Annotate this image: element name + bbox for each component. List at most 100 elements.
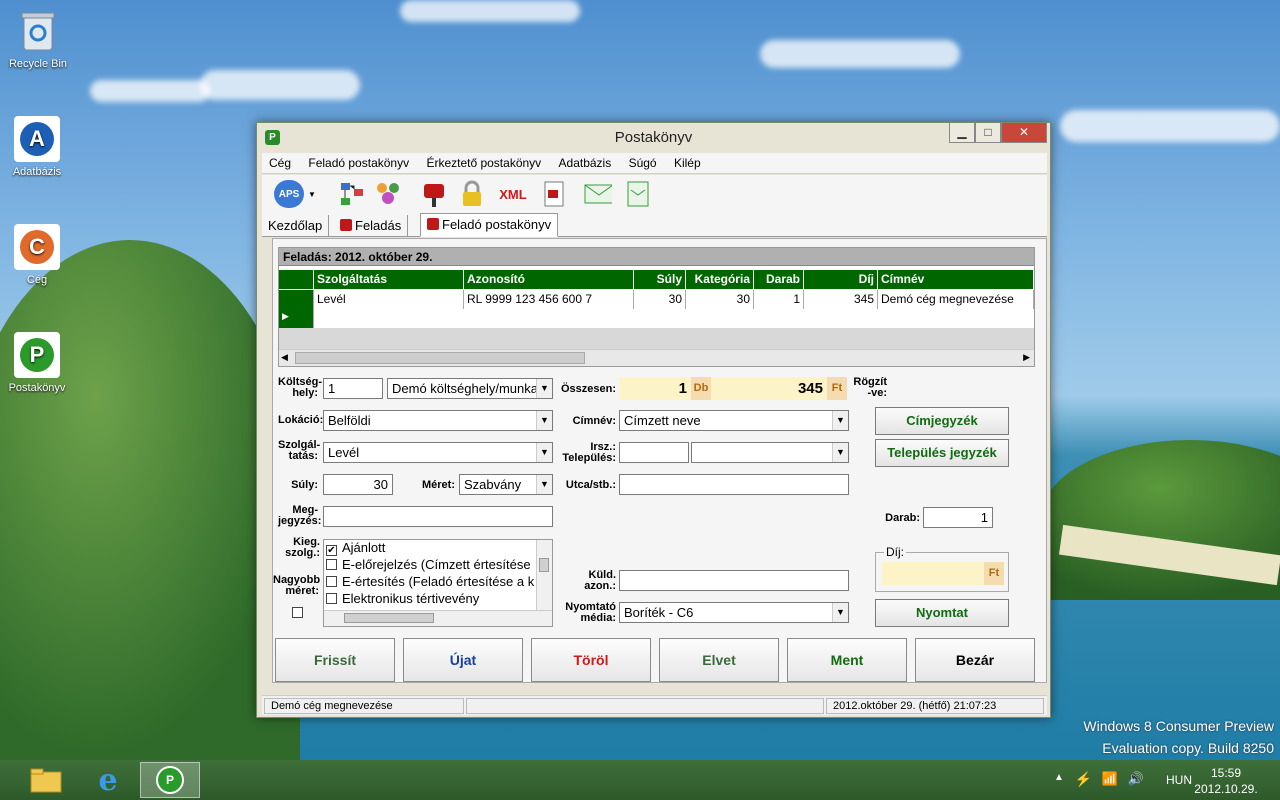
clock-time[interactable]: 15:59 — [1198, 766, 1254, 780]
desktop-icon-ceg[interactable]: C Cég — [0, 224, 77, 286]
col-kategoria[interactable]: Kategória — [686, 270, 754, 289]
xml-export-icon[interactable]: XML — [496, 180, 530, 208]
nagyobb-meret-checkbox[interactable] — [292, 607, 303, 618]
col-azonosito[interactable]: Azonosító — [464, 270, 634, 289]
envelope-document-icon[interactable] — [624, 180, 652, 208]
kuld-azon-input[interactable] — [619, 570, 849, 591]
feladas-panel: Feladás: 2012. október 29. Szolgáltatás … — [272, 238, 1047, 683]
list-horizontal-scrollbar[interactable] — [324, 610, 552, 626]
ment-button[interactable]: Ment — [787, 638, 907, 682]
suly-input[interactable]: 30 — [323, 474, 393, 495]
nyomtat-button[interactable]: Nyomtat — [875, 599, 1009, 627]
torol-button[interactable]: Töröl — [531, 638, 651, 682]
users-icon[interactable] — [374, 180, 402, 208]
koltseghely-code-input[interactable]: 1 — [323, 378, 383, 399]
scroll-thumb[interactable] — [539, 558, 549, 572]
lock-icon[interactable] — [458, 180, 486, 208]
lokacio-select[interactable]: Belföldi ▼ — [323, 410, 553, 431]
main-window: P Postakönyv ▁ □ ✕ Cég Feladó postakönyv… — [256, 122, 1051, 718]
telepules-select[interactable]: ▼ — [691, 442, 849, 463]
dij-group-label: Díj: — [884, 545, 906, 559]
meret-select[interactable]: Szabvány ▼ — [459, 474, 553, 495]
envelope-icon[interactable] — [584, 180, 612, 208]
shipment-grid[interactable]: Feladás: 2012. október 29. Szolgáltatás … — [278, 247, 1035, 367]
cimnev-select[interactable]: Címzett neve ▼ — [619, 410, 849, 431]
megjegyzes-input[interactable] — [323, 506, 553, 527]
tab-kezdolap[interactable]: Kezdőlap — [262, 215, 330, 237]
scroll-thumb[interactable] — [295, 352, 585, 364]
scroll-thumb[interactable] — [344, 613, 434, 623]
menu-ceg[interactable]: Cég — [262, 153, 298, 170]
internet-explorer-icon[interactable]: e — [80, 762, 136, 798]
list-item[interactable]: Elektronikus tértivevény — [324, 591, 552, 608]
taskbar-postakonyv-icon[interactable]: P — [140, 762, 200, 798]
cimjegyzek-button[interactable]: Címjegyzék — [875, 407, 1009, 435]
irsz-telepules-label: Irsz.: Település: — [562, 441, 616, 464]
utca-input[interactable] — [619, 474, 849, 495]
list-vertical-scrollbar[interactable] — [536, 540, 552, 610]
chevron-down-icon[interactable]: ▼ — [306, 180, 318, 208]
checkbox-checked[interactable]: ✔ — [326, 545, 337, 556]
title-bar[interactable]: P Postakönyv ▁ □ ✕ — [257, 123, 1050, 151]
kieg-szolg-list[interactable]: ✔ Ajánlott E-előrejelzés (Címzett értesít… — [323, 539, 553, 627]
col-szolgaltatas[interactable]: Szolgáltatás — [314, 270, 464, 289]
col-suly[interactable]: Súly — [634, 270, 686, 289]
grid-heading: Feladás: 2012. október 29. — [279, 248, 1034, 266]
menu-felado-postakonyv[interactable]: Feladó postakönyv — [301, 153, 416, 170]
checkbox[interactable] — [326, 593, 337, 604]
power-icon[interactable]: ⚡ — [1075, 771, 1092, 788]
desktop-icon-adatbazis[interactable]: A Adatbázis — [0, 116, 77, 178]
new-row-selector[interactable]: ▶ — [279, 309, 314, 328]
database-app-icon: A — [14, 116, 60, 162]
table-row[interactable]: Levél RL 9999 123 456 600 7 30 30 1 345 … — [279, 290, 1034, 309]
cimnev-label: Címnév: — [572, 415, 616, 427]
bezar-button[interactable]: Bezár — [915, 638, 1035, 682]
network-icon[interactable] — [338, 180, 366, 208]
taskbar: e P ▲ ⚡ 📶 🔊 HUN 15:59 2012.10.29. — [0, 760, 1280, 800]
irsz-input[interactable] — [619, 442, 689, 463]
desktop-icon-postakonyv[interactable]: P Postakönyv — [0, 332, 77, 394]
darab-input[interactable]: 1 — [923, 507, 993, 528]
menu-adatbazis[interactable]: Adatbázis — [552, 153, 619, 170]
koltseghely-select[interactable]: Demó költséghely/munka ▼ — [387, 378, 553, 399]
col-cimnev[interactable]: Címnév — [878, 270, 1034, 289]
maximize-button[interactable]: □ — [975, 123, 1001, 143]
status-empty — [466, 698, 824, 714]
menu-kilep[interactable]: Kilép — [667, 153, 708, 170]
chevron-up-icon[interactable]: ▲ — [1054, 772, 1064, 783]
clock-date[interactable]: 2012.10.29. — [1186, 782, 1266, 796]
new-row[interactable]: ▶ — [279, 309, 1034, 328]
col-dij[interactable]: Díj — [804, 270, 878, 289]
list-item[interactable]: ✔ Ajánlott — [324, 540, 552, 557]
document-icon[interactable] — [540, 180, 568, 208]
menu-sugo[interactable]: Súgó — [622, 153, 664, 170]
menu-erkezteto-postakonyv[interactable]: Érkeztető postakönyv — [419, 153, 548, 170]
grid-scrollbar[interactable]: ◀ ▶ — [279, 349, 1034, 366]
mailbox-icon[interactable] — [420, 180, 448, 208]
scroll-right-icon[interactable]: ▶ — [1023, 352, 1030, 363]
minimize-button[interactable]: ▁ — [949, 123, 975, 143]
network-status-icon[interactable]: 📶 — [1102, 771, 1118, 787]
telepules-jegyzek-button[interactable]: Település jegyzék — [875, 439, 1009, 467]
elvet-button[interactable]: Elvet — [659, 638, 779, 682]
list-item[interactable]: E-értesítés (Feladó értesítése a k — [324, 574, 552, 591]
close-button[interactable]: ✕ — [1001, 123, 1047, 143]
col-darab[interactable]: Darab — [754, 270, 804, 289]
checkbox[interactable] — [326, 559, 337, 570]
nyomtato-media-select[interactable]: Boríték - C6 ▼ — [619, 602, 849, 623]
row-selector[interactable] — [279, 290, 314, 309]
checkbox[interactable] — [326, 576, 337, 587]
tab-feladas[interactable]: Feladás — [334, 215, 409, 237]
aps-icon[interactable]: APS — [274, 180, 304, 208]
darab-label: Darab: — [885, 512, 920, 524]
frissit-button[interactable]: Frissít — [275, 638, 395, 682]
scroll-left-icon[interactable]: ◀ — [281, 352, 288, 363]
file-explorer-icon[interactable] — [18, 762, 74, 798]
dij-ft-unit: Ft — [984, 562, 1004, 585]
desktop-icon-recycle-bin[interactable]: Recycle Bin — [0, 8, 78, 70]
tab-felado-postakonyv[interactable]: Feladó postakönyv — [420, 213, 559, 237]
volume-icon[interactable]: 🔊 — [1128, 771, 1144, 787]
szolgaltatas-select[interactable]: Levél ▼ — [323, 442, 553, 463]
list-item[interactable]: E-előrejelzés (Címzett értesítése — [324, 557, 552, 574]
ujat-button[interactable]: Újat — [403, 638, 523, 682]
